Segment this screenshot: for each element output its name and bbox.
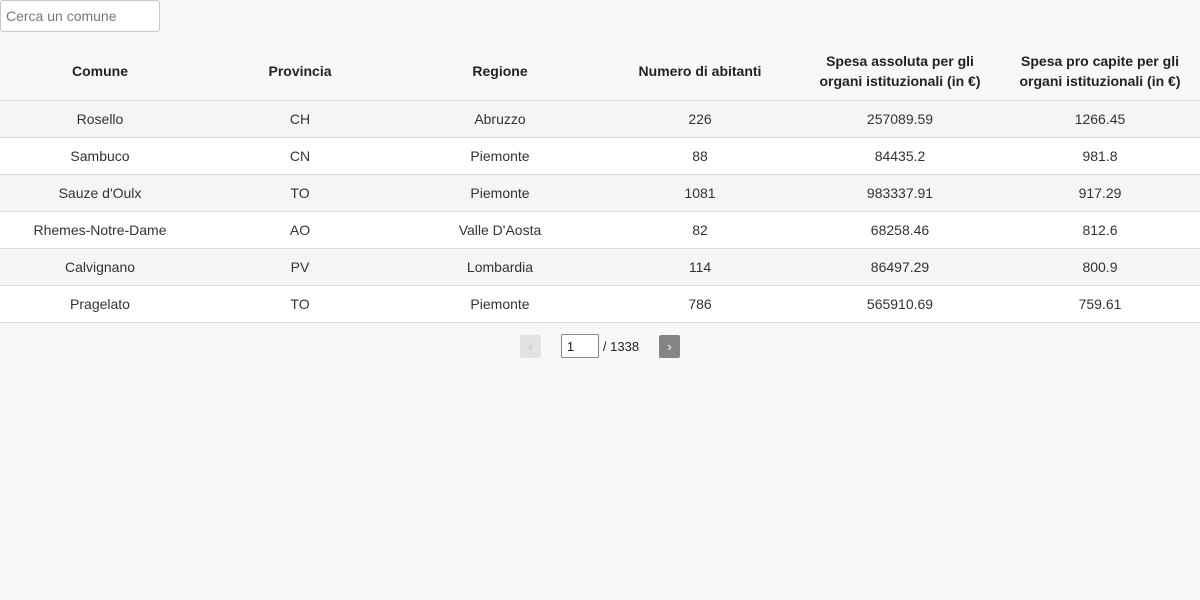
page-total: / 1338 (602, 338, 640, 354)
table-row: Sauze d'Oulx TO Piemonte 1081 983337.91 … (0, 174, 1200, 212)
table-body: Rosello CH Abruzzo 226 257089.59 1266.45… (0, 100, 1200, 323)
cell-provincia: AO (200, 211, 400, 249)
search-input[interactable] (0, 0, 160, 32)
cell-spesa-pro-capite: 759.61 (1000, 285, 1200, 323)
table-row: Calvignano PV Lombardia 114 86497.29 800… (0, 248, 1200, 286)
table-row: Pragelato TO Piemonte 786 565910.69 759.… (0, 285, 1200, 323)
cell-provincia: TO (200, 285, 400, 323)
table-row: Rhemes-Notre-Dame AO Valle D'Aosta 82 68… (0, 211, 1200, 249)
header-spesa-assoluta[interactable]: Spesa assoluta per gli organi istituzion… (800, 42, 1000, 101)
cell-provincia: CH (200, 100, 400, 138)
cell-comune: Pragelato (0, 285, 200, 323)
cell-regione: Piemonte (400, 137, 600, 175)
cell-abitanti: 786 (600, 285, 800, 323)
prev-page-button[interactable]: ‹ (519, 334, 541, 358)
cell-regione: Piemonte (400, 285, 600, 323)
data-table: Comune Provincia Regione Numero di abita… (0, 42, 1200, 323)
cell-spesa-assoluta: 565910.69 (800, 285, 1000, 323)
cell-regione: Abruzzo (400, 100, 600, 138)
cell-provincia: CN (200, 137, 400, 175)
cell-regione: Valle D'Aosta (400, 211, 600, 249)
next-page-button[interactable]: › (659, 334, 681, 358)
cell-abitanti: 82 (600, 211, 800, 249)
header-regione[interactable]: Regione (400, 42, 600, 101)
cell-spesa-pro-capite: 1266.45 (1000, 100, 1200, 138)
cell-provincia: TO (200, 174, 400, 212)
cell-spesa-pro-capite: 917.29 (1000, 174, 1200, 212)
header-row: Comune Provincia Regione Numero di abita… (0, 42, 1200, 101)
cell-comune: Sambuco (0, 137, 200, 175)
cell-comune: Rhemes-Notre-Dame (0, 211, 200, 249)
header-spesa-pro-capite[interactable]: Spesa pro capite per gli organi istituzi… (1000, 42, 1200, 101)
search-container (0, 0, 160, 32)
table-header: Comune Provincia Regione Numero di abita… (0, 42, 1200, 101)
cell-spesa-assoluta: 68258.46 (800, 211, 1000, 249)
pagination: ‹ / 1338 › (0, 334, 1200, 358)
cell-spesa-assoluta: 86497.29 (800, 248, 1000, 286)
cell-spesa-pro-capite: 812.6 (1000, 211, 1200, 249)
cell-abitanti: 1081 (600, 174, 800, 212)
cell-spesa-pro-capite: 800.9 (1000, 248, 1200, 286)
cell-spesa-assoluta: 257089.59 (800, 100, 1000, 138)
cell-comune: Calvignano (0, 248, 200, 286)
header-comune[interactable]: Comune (0, 42, 200, 101)
cell-abitanti: 114 (600, 248, 800, 286)
table-row: Sambuco CN Piemonte 88 84435.2 981.8 (0, 137, 1200, 175)
table-row: Rosello CH Abruzzo 226 257089.59 1266.45 (0, 100, 1200, 138)
cell-spesa-assoluta: 983337.91 (800, 174, 1000, 212)
cell-abitanti: 88 (600, 137, 800, 175)
page-number-input[interactable] (560, 334, 599, 358)
cell-spesa-pro-capite: 981.8 (1000, 137, 1200, 175)
cell-comune: Rosello (0, 100, 200, 138)
cell-comune: Sauze d'Oulx (0, 174, 200, 212)
cell-provincia: PV (200, 248, 400, 286)
header-abitanti[interactable]: Numero di abitanti (600, 42, 800, 101)
cell-abitanti: 226 (600, 100, 800, 138)
cell-regione: Lombardia (400, 248, 600, 286)
header-provincia[interactable]: Provincia (200, 42, 400, 101)
cell-spesa-assoluta: 84435.2 (800, 137, 1000, 175)
cell-regione: Piemonte (400, 174, 600, 212)
